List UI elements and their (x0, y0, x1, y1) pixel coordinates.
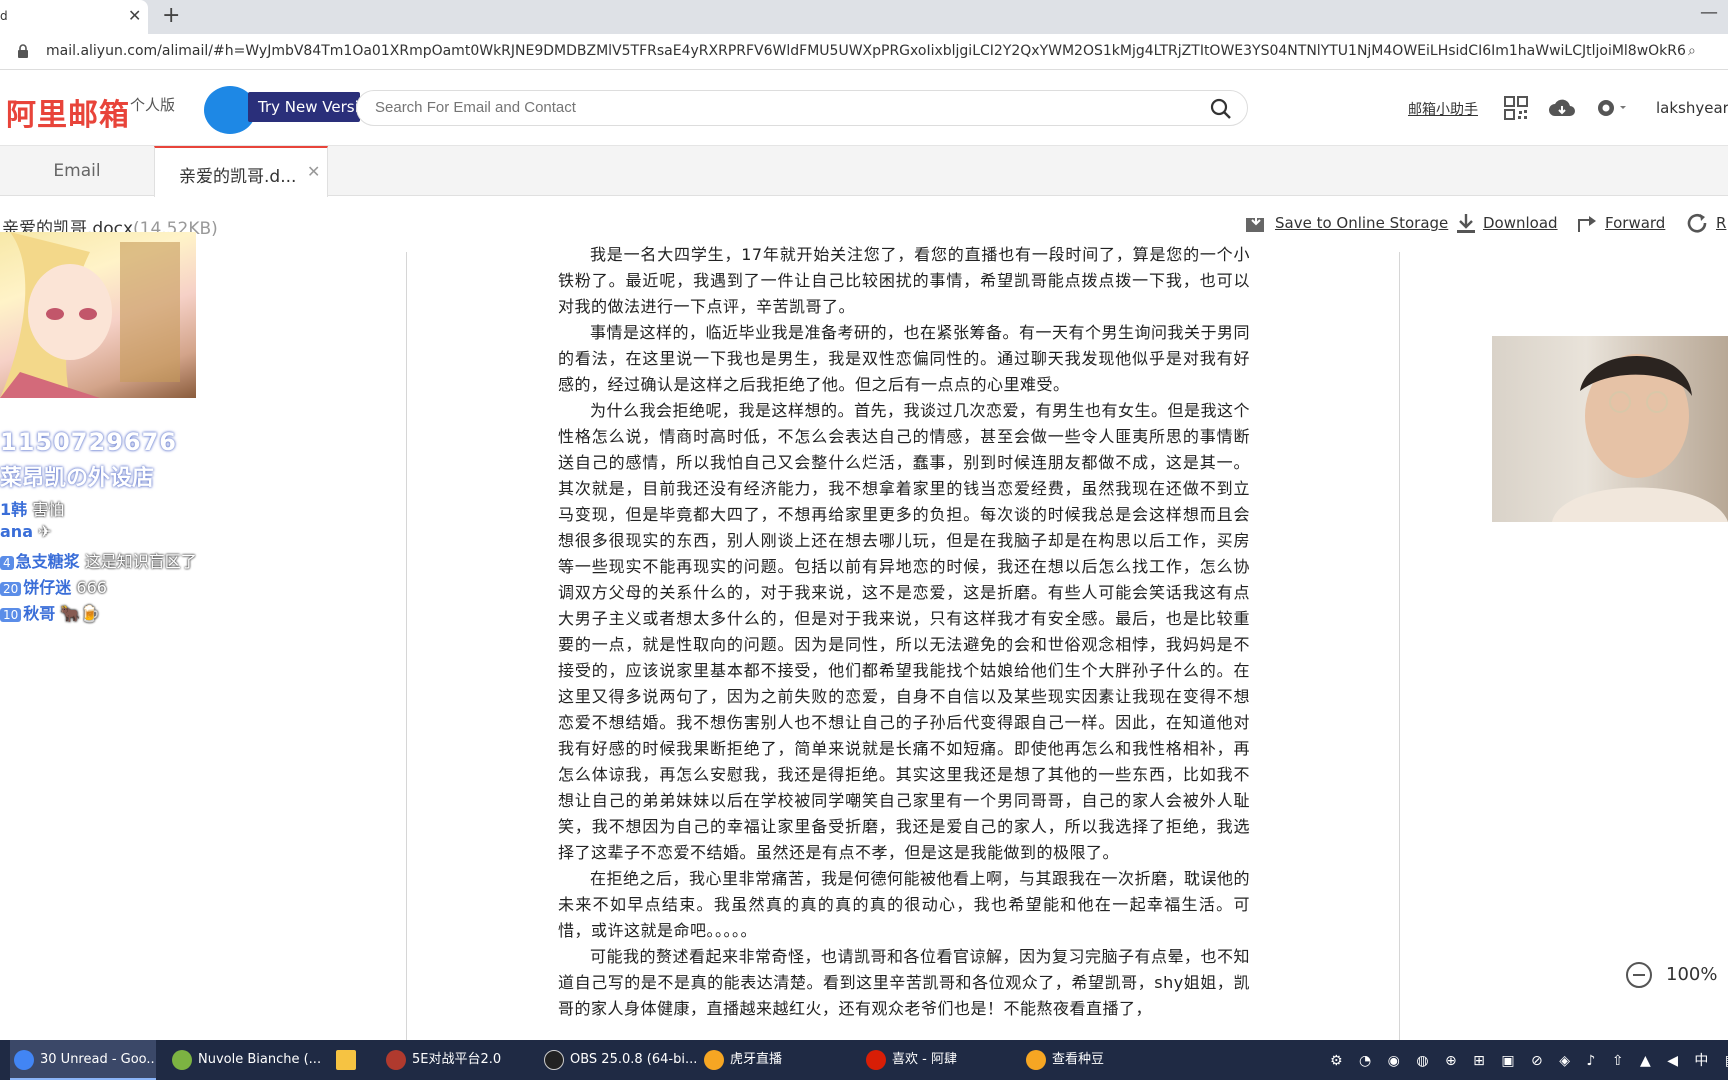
zoom-out-icon[interactable] (1626, 962, 1652, 988)
minimize-button[interactable]: — (1700, 2, 1718, 23)
huya-icon (1026, 1049, 1046, 1070)
search-input[interactable] (375, 99, 1175, 116)
chat-message: ana ✈ (0, 522, 51, 541)
chat-message: 1韩 害怕 (0, 496, 64, 520)
streamer-webcam (1492, 336, 1728, 522)
lock-icon[interactable] (16, 43, 30, 59)
paragraph: 事情是这样的，临近毕业我是准备考研的，也在紧张筹备。有一天有个男生询问我关于男同… (558, 323, 1251, 394)
search-icon[interactable] (1210, 98, 1232, 120)
refresh-icon[interactable] (1686, 212, 1710, 234)
taskbar-item-label: 喜欢 - 阿肆 (892, 1052, 957, 1067)
try-new-version-button[interactable]: Try New Version (248, 92, 360, 122)
browser-tab-strip (0, 0, 1728, 34)
paragraph: 为什么我会拒绝呢，我是这样想的。首先，我谈过几次恋爱，有男生也有女生。但是我这个… (558, 401, 1251, 862)
taskbar-item-chrome[interactable]: 30 Unread - Goo... (10, 1040, 156, 1080)
qr-code-icon[interactable] (1504, 96, 1528, 120)
huya-icon (704, 1049, 724, 1070)
taskbar-item-netease-music[interactable]: 喜欢 - 阿肆 (866, 1040, 1006, 1080)
gear-icon[interactable] (1594, 95, 1628, 121)
folder-icon (336, 1049, 356, 1070)
zoom-level: 100% (1666, 964, 1718, 985)
taskbar-item-obs[interactable]: OBS 25.0.8 (64-bi... (544, 1040, 704, 1080)
taskbar-item-label: 虎牙直播 (730, 1052, 783, 1067)
taskbar-item-huya-beans[interactable]: 查看种豆 (1026, 1040, 1166, 1080)
url-text[interactable]: mail.aliyun.com/alimail/#h=WyJmbV84Tm1Oa… (46, 43, 1686, 59)
document-text: 我是一名大四学生，17年就开始关注您了，看您的直播也有一段时间了，算是您的一个小… (558, 242, 1250, 1022)
paragraph: 可能我的赘述看起来非常奇怪，也请凯哥和各位看官谅解，因为复习完脑子有点晕，也不知… (558, 947, 1251, 1018)
paragraph: 在拒绝之后，我心里非常痛苦，我是何德何能被他看上啊，与其跟我在一次折磨，耽误他的… (558, 869, 1251, 940)
tab-document-label: 亲爱的凯哥.d... (179, 167, 297, 187)
chat-level-badge: 20 (0, 582, 22, 596)
chat-text: 🐂🍺 (60, 604, 101, 623)
edition-label: 个人版 (130, 96, 176, 114)
anime-avatar-image (0, 232, 196, 398)
chat-user: 秋哥 (23, 604, 56, 623)
netease-music-icon (866, 1049, 886, 1070)
obs-icon (544, 1049, 564, 1070)
chat-text: ✈ (38, 522, 52, 541)
taskbar-item-label: 查看种豆 (1052, 1052, 1105, 1067)
stream-room-id: 1150729676 (0, 428, 177, 456)
taskbar-item-explorer[interactable] (336, 1040, 366, 1080)
music-player-icon (172, 1049, 192, 1070)
download-icon[interactable] (1454, 212, 1478, 234)
5e-platform-icon (386, 1049, 406, 1070)
paragraph: 我是一名大四学生，17年就开始关注您了，看您的直播也有一段时间了，算是您的一个小… (558, 245, 1250, 316)
tab-email[interactable]: Email (0, 146, 154, 196)
forward-button[interactable]: Forward (1605, 214, 1665, 232)
chat-user: ana (0, 522, 33, 541)
taskbar-item-5e[interactable]: 5E对战平台2.0 (386, 1040, 526, 1080)
chat-level-badge: 10 (0, 608, 22, 622)
taskbar-item-music[interactable]: Nuvole Bianche (... (172, 1040, 322, 1080)
taskbar-item-huya[interactable]: 虎牙直播 (704, 1040, 844, 1080)
taskbar-item-label: OBS 25.0.8 (64-bi... (570, 1052, 698, 1067)
chat-text: 害怕 (32, 500, 65, 519)
chrome-icon (14, 1049, 34, 1070)
chat-user: 1韩 (0, 500, 28, 519)
browser-tab-title: d (0, 9, 8, 23)
browser-tab[interactable] (0, 0, 148, 34)
chat-user: 饼仔迷 (23, 578, 72, 597)
forward-icon[interactable] (1576, 212, 1600, 234)
chat-message: 10 秋哥 🐂🍺 (0, 600, 100, 624)
taskbar-item-label: 5E对战平台2.0 (412, 1052, 502, 1067)
download-button[interactable]: Download (1483, 214, 1558, 232)
cloud-download-icon[interactable] (1548, 96, 1576, 120)
chat-text: 这是知识盲区了 (84, 552, 197, 571)
tab-close-icon[interactable]: ✕ (128, 6, 141, 25)
tab-document-close-icon[interactable]: ✕ (307, 162, 320, 181)
zoom-icon[interactable]: ⌕ (1688, 43, 1696, 59)
mail-helper-link[interactable]: 邮箱小助手 (1408, 99, 1478, 119)
chat-message: 4 急支糖浆 这是知识盲区了 (0, 548, 197, 572)
chat-text: 666 (76, 578, 107, 597)
chat-user: 急支糖浆 (15, 552, 80, 571)
cloud-save-icon[interactable] (1244, 212, 1268, 234)
search-box[interactable] (356, 90, 1248, 126)
chat-message: 20 饼仔迷 666 (0, 574, 107, 598)
chat-level-badge: 4 (0, 556, 14, 570)
new-tab-button[interactable]: + (162, 3, 180, 28)
system-tray[interactable]: ⚙ ◔ ◉ ◍ ⊕ ⊞ ▣ ⊘ ◈ ♪ ⇧ ▲ ◀ 中 ▤ (1330, 1050, 1728, 1070)
taskbar-item-label: Nuvole Bianche (... (198, 1052, 322, 1067)
stream-title: 菜昂凯の外设店 (0, 466, 155, 491)
logo[interactable]: 阿里邮箱 (6, 90, 130, 134)
more-action-button[interactable]: R (1716, 214, 1726, 232)
tab-document[interactable]: 亲爱的凯哥.d... ✕ (154, 146, 328, 197)
username[interactable]: lakshyeark (1656, 99, 1728, 117)
taskbar-item-label: 30 Unread - Goo... (40, 1052, 156, 1067)
save-to-online-storage-button[interactable]: Save to Online Storage (1275, 214, 1448, 232)
